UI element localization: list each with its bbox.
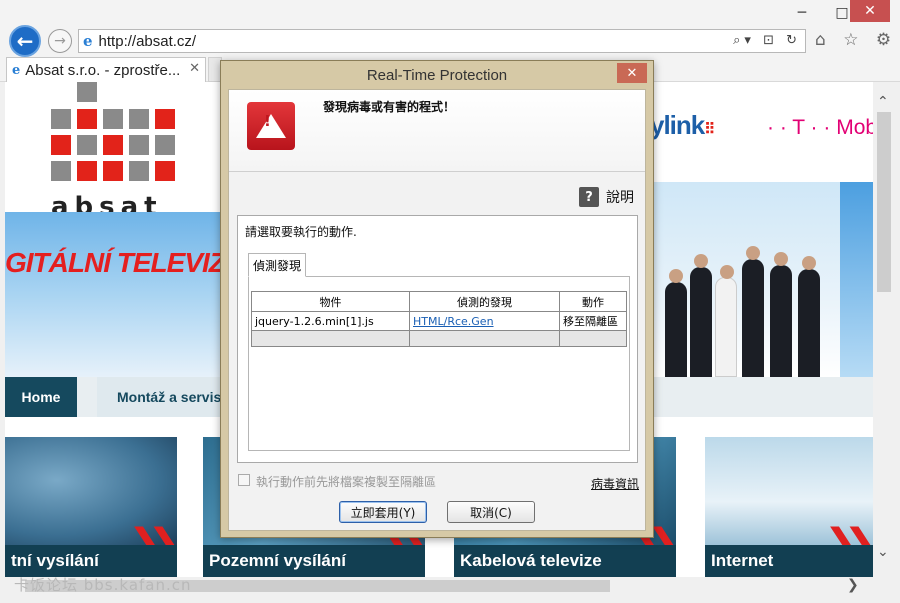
tab-detections[interactable]: 偵測發現 bbox=[248, 253, 306, 277]
dialog-close-button[interactable]: ✕ bbox=[617, 63, 647, 83]
dialog-title: Real-Time Protection bbox=[366, 66, 508, 84]
nav-home[interactable]: Home bbox=[5, 377, 77, 417]
forward-button[interactable]: → bbox=[48, 29, 72, 53]
column-header-action[interactable]: 動作 bbox=[559, 291, 627, 312]
tile-label: Kabelová televize bbox=[454, 545, 676, 577]
action-prompt: 請選取要執行的動作. bbox=[245, 225, 357, 239]
column-header-object[interactable]: 物件 bbox=[251, 291, 410, 312]
vertical-scrollbar[interactable]: ⌃ ⌄ bbox=[873, 82, 895, 577]
skylink-logo[interactable]: ylink⠿ bbox=[650, 110, 715, 141]
tab-close-icon[interactable]: ✕ bbox=[189, 61, 200, 76]
sky-banner-left bbox=[5, 212, 220, 377]
dialog-body: ! 發現病毒或有害的程式！ ? 說明 請選取要執行的動作. 偵測發現 物件 偵測… bbox=[228, 89, 646, 531]
warning-message: 發現病毒或有害的程式！ bbox=[323, 100, 456, 114]
home-favorites-settings-icons[interactable]: ⌂ ☆ ⚙ bbox=[815, 30, 897, 50]
warning-banner: ! 發現病毒或有害的程式！ bbox=[229, 90, 645, 172]
table-row[interactable]: jquery-1.2.6.min[1].js HTML/Rce.Gen 移至隔離… bbox=[251, 311, 627, 331]
back-button[interactable]: ← bbox=[9, 25, 41, 57]
scroll-down-icon[interactable]: ⌄ bbox=[877, 544, 889, 560]
forum-watermark: 卡饭论坛 bbs.kafan.cn bbox=[14, 576, 192, 594]
tmobile-logo[interactable]: · · T · · Mobi bbox=[767, 116, 873, 140]
warning-icon bbox=[247, 102, 295, 150]
browser-tab[interactable]: e Absat s.r.o. - zprostře... ✕ bbox=[6, 57, 206, 82]
scroll-right-icon[interactable]: ❯ bbox=[847, 577, 859, 593]
warning-exclamation-icon: ! bbox=[264, 112, 271, 130]
virus-info-link[interactable]: 病毒資訊 bbox=[591, 475, 639, 492]
quarantine-copy-checkbox[interactable] bbox=[238, 474, 250, 486]
sky-banner-right bbox=[840, 182, 873, 377]
tile-internet[interactable]: ❯❯ Internet bbox=[705, 437, 873, 577]
cancel-button[interactable]: 取消(C) bbox=[447, 501, 535, 523]
ie-page-icon: e bbox=[83, 32, 93, 50]
table-filler-row bbox=[251, 330, 627, 347]
detections-table: 物件 偵測的發現 動作 jquery-1.2.6.min[1].js HTML/… bbox=[251, 291, 627, 347]
forward-arrow-icon: → bbox=[54, 33, 66, 49]
tile-label: Internet bbox=[705, 545, 873, 577]
tile-label: tní vysílání bbox=[5, 545, 177, 577]
skylink-dots-icon: ⠿ bbox=[704, 121, 716, 138]
tile-satellite[interactable]: ❯❯ tní vysílání bbox=[5, 437, 177, 577]
scroll-up-icon[interactable]: ⌃ bbox=[877, 94, 889, 110]
tile-label: Pozemní vysílání bbox=[203, 545, 425, 577]
cell-detection-link[interactable]: HTML/Rce.Gen bbox=[409, 311, 560, 331]
quarantine-copy-label: 執行動作前先將檔案複製至隔離區 bbox=[256, 475, 437, 489]
scrollbar-thumb[interactable] bbox=[877, 112, 891, 292]
detections-tab-panel: 物件 偵測的發現 動作 jquery-1.2.6.min[1].js HTML/… bbox=[248, 276, 630, 451]
tab-favicon-icon: e bbox=[12, 62, 21, 78]
address-tools-icons[interactable]: ⌕▾ ⊡ ↻ bbox=[733, 33, 801, 48]
address-bar[interactable]: e http://absat.cz/ ⌕▾ ⊡ ↻ bbox=[78, 29, 806, 53]
help-link[interactable]: 說明 bbox=[606, 187, 634, 207]
apply-now-button[interactable]: 立即套用(Y) bbox=[339, 501, 427, 523]
window-close-button[interactable]: ✕ bbox=[850, 0, 890, 22]
address-url[interactable]: http://absat.cz/ bbox=[99, 33, 197, 50]
cell-action-select[interactable]: 移至隔離區 bbox=[559, 311, 627, 331]
action-panel: 請選取要執行的動作. 偵測發現 物件 偵測的發現 動作 jquery-1.2.6… bbox=[237, 215, 638, 463]
tv-banner-title: GITÁLNÍ TELEVIZE bbox=[5, 247, 244, 278]
detection-link[interactable]: HTML/Rce.Gen bbox=[413, 315, 494, 328]
skylink-text: ylink bbox=[650, 110, 705, 140]
cell-object: jquery-1.2.6.min[1].js bbox=[251, 311, 410, 331]
help-icon[interactable]: ? bbox=[579, 187, 599, 207]
realtime-protection-dialog: Real-Time Protection ✕ ! 發現病毒或有害的程式！ ? 說… bbox=[220, 60, 654, 538]
back-arrow-icon: ← bbox=[16, 29, 34, 53]
column-header-detection[interactable]: 偵測的發現 bbox=[409, 291, 560, 312]
tab-title: Absat s.r.o. - zprostře... bbox=[25, 61, 181, 79]
window-minimize-button[interactable]: ─ bbox=[782, 0, 822, 26]
